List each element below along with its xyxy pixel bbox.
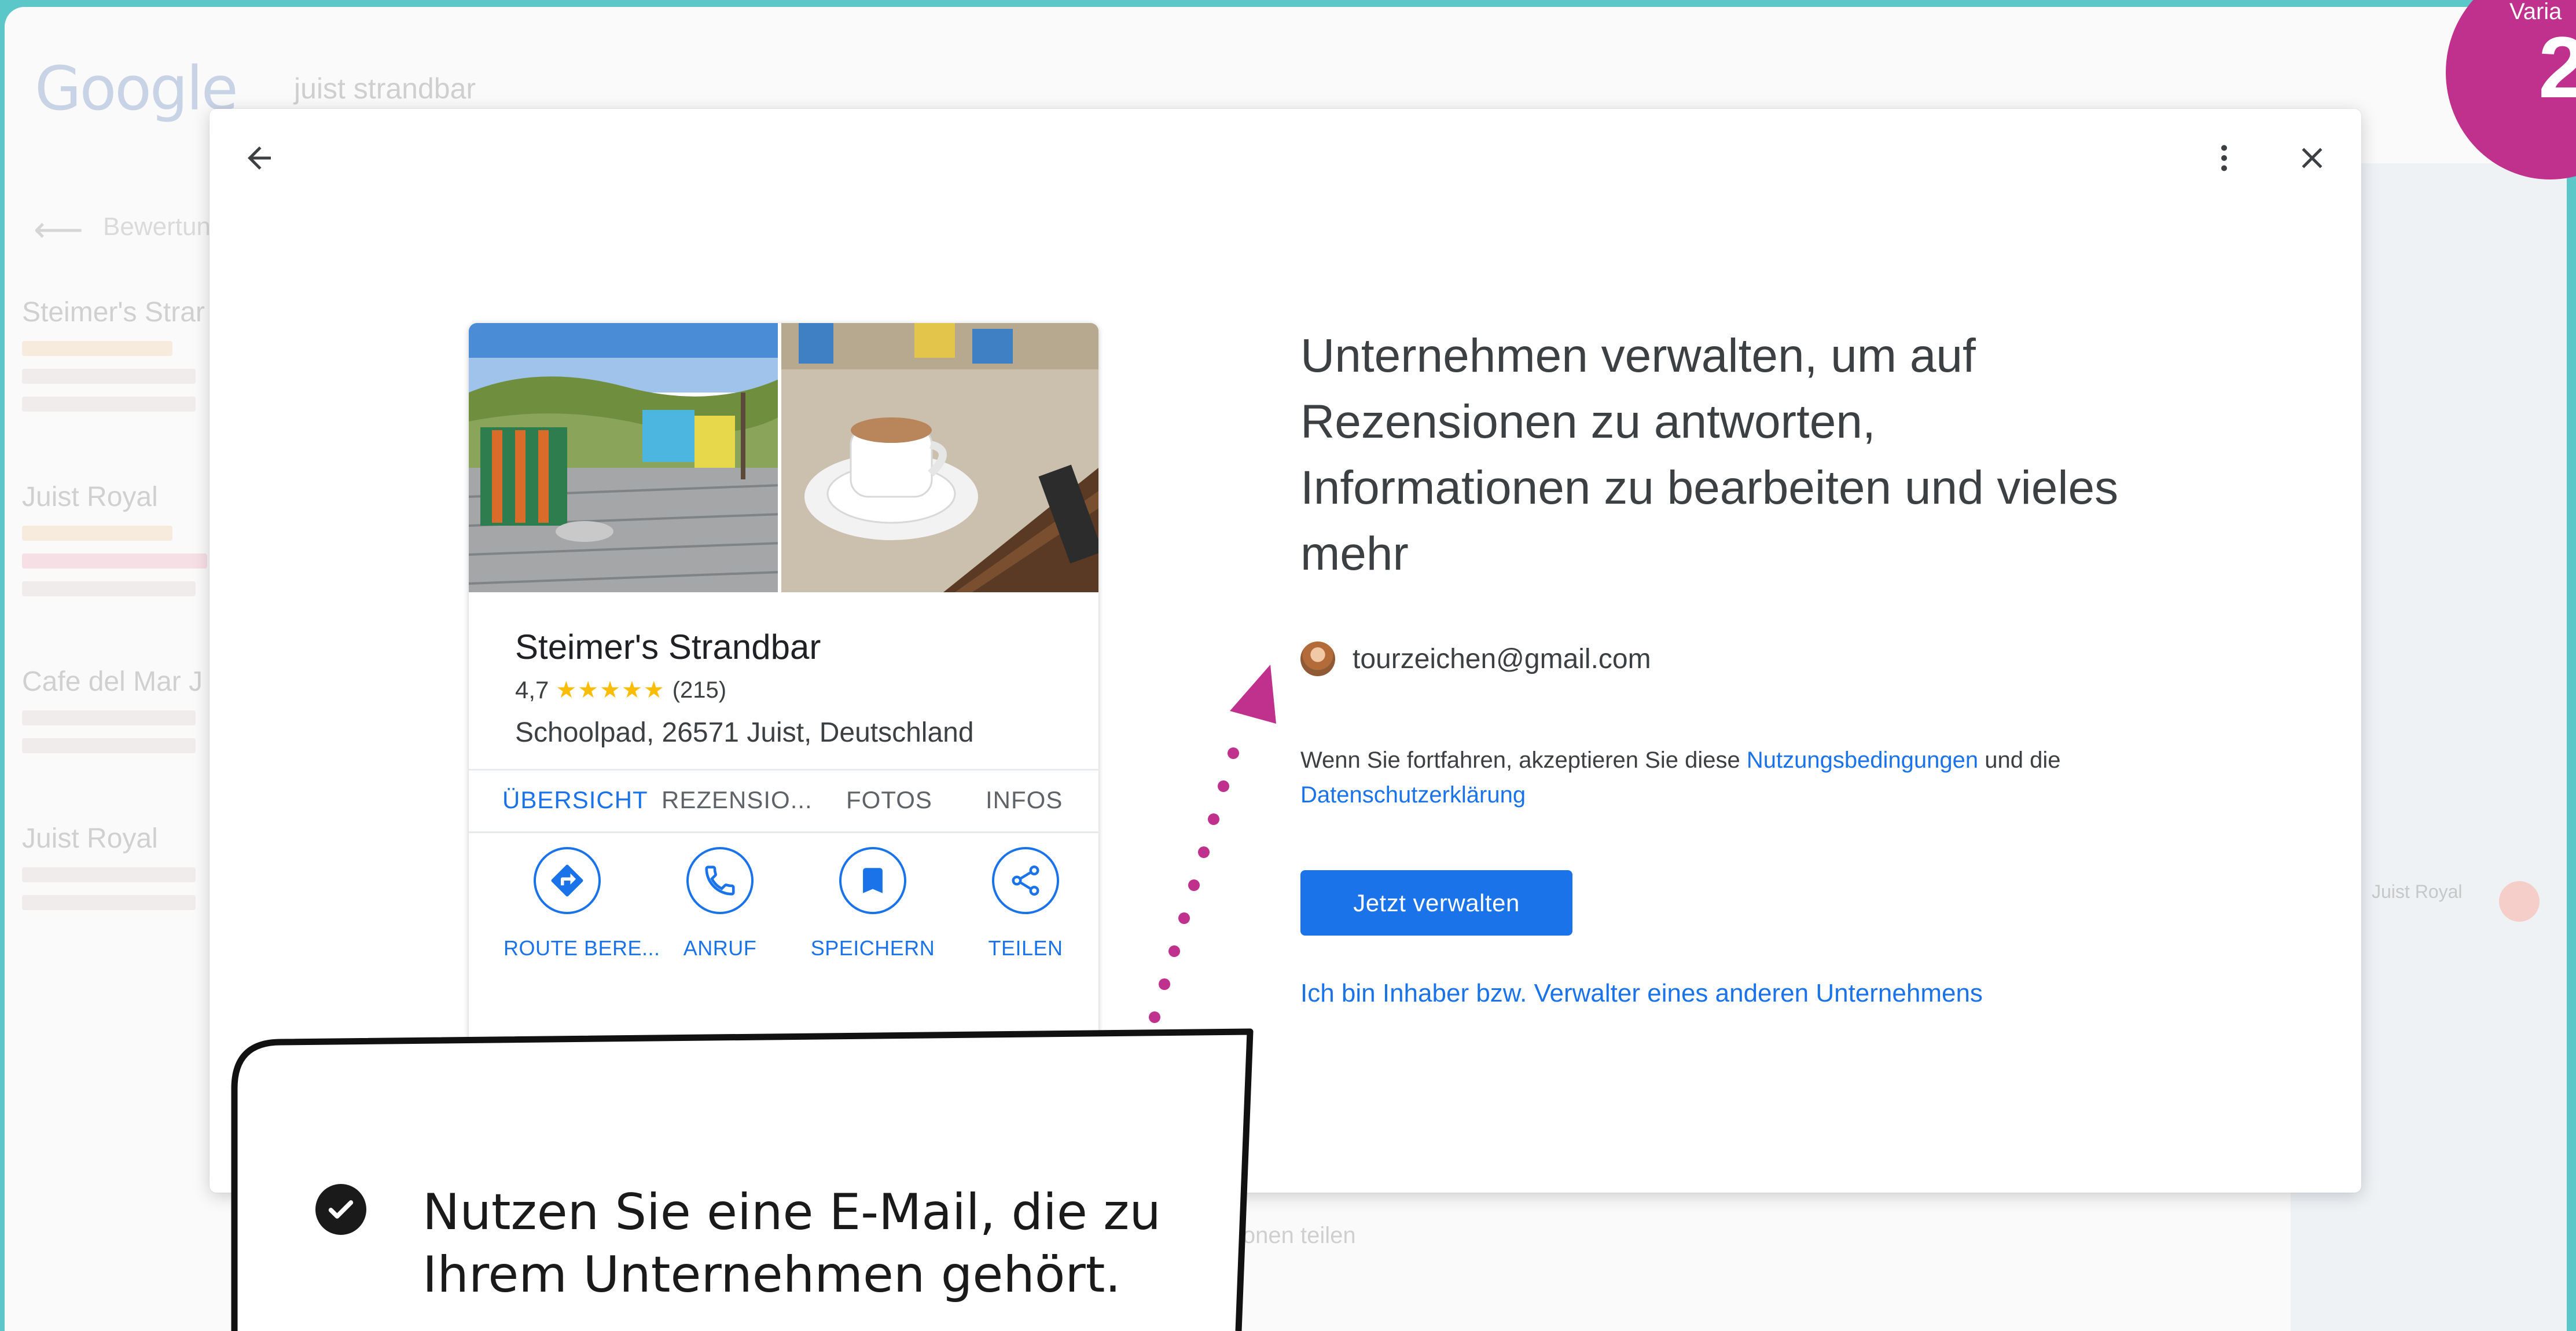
background-map-label: Juist Royal <box>2372 881 2463 902</box>
list-item: Steimer's Strar <box>22 296 230 412</box>
terms-text: Wenn Sie fortfahren, akzeptieren Sie die… <box>1300 747 1747 773</box>
check-circle-icon <box>315 1184 366 1235</box>
map-pin-icon <box>2499 881 2540 922</box>
business-name: Steimer's Strandbar <box>515 628 821 666</box>
dialog-headline: Unternehmen verwalten, um auf Rezensione… <box>1300 329 2119 580</box>
business-card-preview: Steimer's Strandbar 4,7 ★★★★★ (215) Scho… <box>469 323 1098 1191</box>
share-icon <box>1012 866 1039 896</box>
bookmark-icon <box>863 868 883 893</box>
tab-photos[interactable]: FOTOS <box>846 786 932 814</box>
account-email: tourzeichen@gmail.com <box>1353 643 1651 674</box>
terms-link[interactable]: Nutzungsbedingungen <box>1747 747 1978 773</box>
back-button[interactable] <box>230 129 288 187</box>
star-rating-icon: ★★★★★ <box>556 677 666 703</box>
more-options-button[interactable] <box>2195 129 2253 187</box>
google-logo: Google <box>35 53 238 124</box>
tab-info[interactable]: INFOS <box>986 786 1063 814</box>
list-item: Juist Royal <box>22 823 230 910</box>
terms-notice: Wenn Sie fortfahren, akzeptieren Sie die… <box>1300 743 2145 812</box>
photo-strip <box>469 323 1098 592</box>
coffee-photo <box>781 323 1098 592</box>
tab-reviews[interactable]: REZENSIO... <box>662 786 813 814</box>
card-tabs: ÜBERSICHT REZENSIO... FOTOS INFOS <box>469 769 1098 831</box>
save-label: SPEICHERN <box>810 936 935 960</box>
call-action[interactable]: ANRUF <box>656 847 784 960</box>
arrow-left-icon <box>248 146 271 170</box>
background-share-text: ionen teilen <box>1237 1223 1356 1248</box>
card-actions: ROUTE BERE... ANRUF SPEICHERN TEILEN <box>469 847 1098 992</box>
variant-number: 2 <box>2538 19 2576 116</box>
share-action[interactable]: TEILEN <box>962 847 1089 960</box>
directions-icon <box>551 864 583 897</box>
business-rating: 4,7 ★★★★★ (215) <box>515 676 726 704</box>
business-address: Schoolpad, 26571 Juist, Deutschland <box>515 717 974 748</box>
list-item: Juist Royal <box>22 481 230 596</box>
tab-overview[interactable]: ÜBERSICHT <box>502 786 648 814</box>
manage-business-dialog: Steimer's Strandbar 4,7 ★★★★★ (215) Scho… <box>210 109 2361 1193</box>
share-label: TEILEN <box>988 936 1063 960</box>
other-business-link[interactable]: Ich bin Inhaber bzw. Verwalter eines and… <box>1300 979 1983 1008</box>
list-item: Cafe del Mar J <box>22 666 230 753</box>
close-button[interactable] <box>2283 129 2341 187</box>
review-count: (215) <box>672 677 727 703</box>
manage-now-button[interactable]: Jetzt verwalten <box>1300 870 1572 936</box>
account-row: tourzeichen@gmail.com <box>1300 641 1651 676</box>
rating-value: 4,7 <box>515 676 549 703</box>
call-label: ANRUF <box>683 936 757 960</box>
callout-text: Nutzen Sie eine E-Mail, die zu Ihrem Unt… <box>422 1183 1161 1304</box>
close-icon <box>2302 148 2323 168</box>
more-vert-icon <box>2221 145 2227 171</box>
background-search-query: juist strandbar <box>294 72 476 105</box>
route-action[interactable]: ROUTE BERE... <box>504 847 660 960</box>
terms-text: und die <box>1978 747 2061 773</box>
route-label: ROUTE BERE... <box>504 936 660 960</box>
avatar <box>1300 641 1335 676</box>
background-result-list: Steimer's Strar Juist Royal Cafe del Mar… <box>22 296 230 980</box>
save-action[interactable]: SPEICHERN <box>809 847 936 960</box>
background-tab: Bewertun <box>103 212 211 241</box>
divider <box>469 831 1098 833</box>
beach-bar-photo <box>469 323 781 592</box>
privacy-link[interactable]: Datenschutzerklärung <box>1300 782 1526 808</box>
phone-icon <box>705 866 735 896</box>
back-arrow-icon: ⟵ <box>34 210 84 249</box>
